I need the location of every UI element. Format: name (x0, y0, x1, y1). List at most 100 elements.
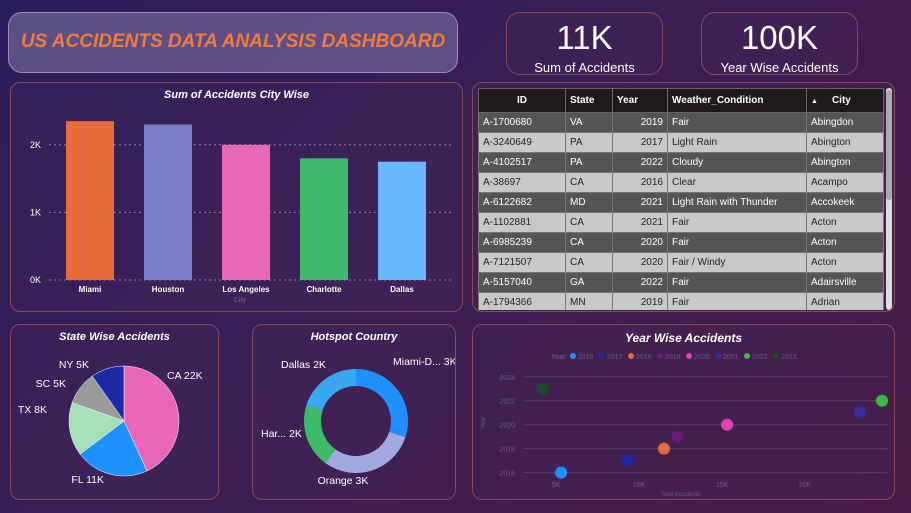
slice-label: Orange 3K (318, 475, 369, 487)
table-cell: GA (565, 272, 613, 293)
bar-chart: 0K 1K 2K Miami Houston Los Angeles Charlotte Da… (30, 121, 451, 304)
pie-slice[interactable] (306, 369, 356, 411)
bar-chart-card[interactable]: Sum of Accidents City Wise 0K 1K 2K Miami Ho… (10, 82, 463, 312)
table-cell: A-1102881 (478, 212, 566, 233)
table-cell: Acton (806, 212, 884, 233)
table-viewport[interactable]: ID State Year Weather_Condition ▲ City A-… (478, 88, 884, 310)
table-row[interactable]: A-38697 CA 2016 Clear Acampo (478, 172, 884, 193)
table-cell: A-38697 (478, 172, 566, 193)
legend-marker[interactable] (744, 353, 750, 359)
scatter-point[interactable] (671, 430, 684, 443)
scatter-point[interactable] (721, 418, 734, 431)
bar[interactable] (300, 158, 348, 280)
pie-slice[interactable] (325, 431, 406, 473)
table-cell: 2019 (612, 292, 668, 310)
table-cell: CA (565, 212, 613, 233)
table-row[interactable]: A-1700680 VA 2019 Fair Abingdon (478, 112, 884, 133)
scatter-card[interactable]: Year Wise Accidents Year 2016 2017 2018 2019… (472, 324, 895, 500)
legend-marker[interactable] (628, 353, 634, 359)
legend-marker[interactable] (715, 353, 721, 359)
scatter-point[interactable] (876, 394, 888, 407)
table-row[interactable]: A-4102517 PA 2022 Cloudy Abington (478, 152, 884, 173)
table-cell: Fair (667, 292, 807, 310)
scatter-chart: Year 2016 2017 2018 2019 2020 2021 2022 2023 2016… (481, 353, 888, 498)
x-axis-label: City (234, 297, 247, 304)
table-cell: Abington (806, 132, 884, 153)
table-cell: Abingdon (806, 112, 884, 133)
table-scrollbar-track[interactable] (886, 88, 892, 310)
column-header-year[interactable]: Year (612, 88, 668, 113)
slice-label: TX 8K (18, 404, 47, 416)
table-cell: 2021 (612, 192, 668, 213)
table-cell: PA (565, 132, 613, 153)
table-cell: MN (565, 292, 613, 310)
bar[interactable] (144, 124, 192, 280)
table-cell: A-5157040 (478, 272, 566, 293)
column-header-state[interactable]: State (565, 88, 613, 113)
legend-marker[interactable] (599, 353, 605, 359)
legend-label: 2020 (694, 354, 710, 361)
table-cell: 2016 (612, 172, 668, 193)
x-tick-label: 5K (552, 482, 561, 489)
legend-marker[interactable] (773, 353, 779, 359)
scatter-point[interactable] (536, 382, 549, 395)
table-cell: 2020 (612, 252, 668, 273)
scatter-point[interactable] (853, 406, 866, 419)
table-cell: A-4102517 (478, 152, 566, 173)
y-tick-label: 2018 (499, 447, 515, 454)
table-row[interactable]: A-7121507 CA 2020 Fair / Windy Acton (478, 252, 884, 273)
table-cell: A-1794366 (478, 292, 566, 310)
table-cell: Acampo (806, 172, 884, 193)
hotspot-donut-card[interactable]: Hotspot Country Miami-D... 3K Orange 3K Ha… (252, 324, 456, 500)
slice-label: Miami-D... 3K (393, 356, 455, 368)
bar[interactable] (222, 144, 270, 280)
y-tick-label: 0K (30, 275, 41, 285)
table-cell: A-7121507 (478, 252, 566, 273)
table-cell: CA (565, 172, 613, 193)
scatter-point[interactable] (621, 454, 634, 467)
table-cell: A-1700680 (478, 112, 566, 133)
table-cell: Fair (667, 232, 807, 253)
pie-slice[interactable] (304, 404, 336, 464)
sort-ascending-icon: ▲ (811, 98, 818, 105)
y-tick-label: 1K (30, 207, 41, 217)
x-tick-label: 10K (633, 482, 646, 489)
legend-marker[interactable] (686, 353, 692, 359)
legend-label: 2022 (752, 354, 768, 361)
table-scrollbar-thumb[interactable] (886, 90, 892, 200)
table-row[interactable]: A-3240649 PA 2017 Light Rain Abington (478, 132, 884, 153)
column-header-city[interactable]: ▲ City (806, 88, 884, 113)
table-row[interactable]: A-6122682 MD 2021 Light Rain with Thunder Ac… (478, 192, 884, 213)
table-row[interactable]: A-1102881 CA 2021 Fair Acton (478, 212, 884, 233)
table-cell: A-6122682 (478, 192, 566, 213)
slice-label: SC 5K (36, 378, 66, 390)
table-row[interactable]: A-6985239 CA 2020 Fair Acton (478, 232, 884, 253)
column-header-weather[interactable]: Weather_Condition (667, 88, 807, 113)
bar[interactable] (378, 161, 426, 280)
table-cell: 2022 (612, 272, 668, 293)
bar[interactable] (66, 121, 114, 280)
table-row[interactable]: A-5157040 GA 2022 Fair Adairsville (478, 272, 884, 293)
kpi-sum-of-accidents[interactable]: 11K Sum of Accidents (506, 12, 663, 75)
table-cell: Accokeek (806, 192, 884, 213)
accidents-table-card[interactable]: ID State Year Weather_Condition ▲ City A-… (472, 82, 895, 312)
y-tick-label: 2K (30, 140, 41, 150)
pie-slice[interactable] (356, 369, 408, 438)
legend-marker[interactable] (657, 353, 663, 359)
dashboard-title-card: US ACCIDENTS DATA ANALYSIS DASHBOARD (8, 12, 458, 73)
state-pie-card[interactable]: State Wise Accidents CA 22K FL 11K TX 8K SC… (10, 324, 219, 500)
kpi-label: Sum of Accidents (534, 60, 635, 75)
table-cell: 2019 (612, 112, 668, 133)
table-row[interactable]: A-1794366 MN 2019 Fair Adrian (478, 292, 884, 310)
scatter-point[interactable] (555, 466, 568, 479)
legend-marker[interactable] (570, 353, 576, 359)
scatter-point[interactable] (658, 442, 671, 455)
y-tick-label: 2020 (499, 423, 515, 430)
table-cell: Adairsville (806, 272, 884, 293)
legend-label: 2023 (781, 354, 797, 361)
hotspot-donut-chart: Miami-D... 3K Orange 3K Har... 2K Dallas 2K (261, 356, 455, 487)
legend-label: 2021 (723, 354, 739, 361)
table-cell: Clear (667, 172, 807, 193)
column-header-id[interactable]: ID (478, 88, 566, 113)
kpi-year-wise-accidents[interactable]: 100K Year Wise Accidents (701, 12, 858, 75)
